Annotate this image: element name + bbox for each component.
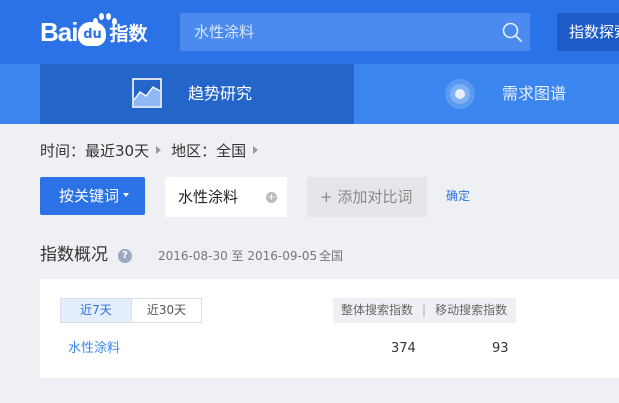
baidu-index-logo[interactable]: Bai du 指数 [40, 12, 147, 52]
chevron-right-icon [156, 146, 162, 154]
chevron-right-icon [253, 146, 259, 154]
tab-demand-graph-label: 需求图谱 [502, 84, 567, 103]
period-toggle: 近7天 近30天 [60, 298, 202, 323]
tab-last-30-days[interactable]: 近30天 [131, 299, 201, 322]
nav-bar: 趋势研究 需求图谱 [0, 64, 619, 124]
trend-chart-icon [132, 78, 162, 108]
row-mobile-value: 93 [492, 341, 509, 356]
region-label: 全国 [319, 249, 344, 263]
time-filter[interactable]: 时间：最近30天 [40, 140, 149, 161]
add-circle-icon[interactable]: + [266, 192, 277, 203]
row-overall-value: 374 [391, 341, 416, 356]
help-icon[interactable]: ? [118, 249, 132, 263]
by-keyword-label: 按关键词 [59, 187, 120, 205]
top-bar: Bai du 指数 水性涂料 指数探索 [0, 0, 619, 64]
overview-panel: 近7天 近30天 整体搜索指数 | 移动搜索指数 水性涂料 374 93 [40, 279, 619, 378]
tab-trend-research[interactable]: 趋势研究 [40, 64, 354, 124]
filter-breadcrumb: 时间：最近30天 地区：全国 [40, 138, 268, 162]
col-separator: | [422, 303, 427, 317]
confirm-link[interactable]: 确定 [446, 187, 470, 205]
demand-graph-icon [445, 79, 475, 109]
section-title: 指数概况 [40, 245, 108, 265]
keyword-field[interactable]: 水性涂料 + [165, 177, 287, 217]
caret-down-icon [123, 192, 130, 197]
add-compare-word-button[interactable]: + 添加对比词 [307, 177, 427, 217]
region-filter[interactable]: 地区：全国 [171, 140, 246, 161]
paw-icon [90, 12, 118, 26]
search-query: 水性涂料 [194, 23, 255, 41]
tab-trend-research-label: 趋势研究 [188, 84, 253, 103]
keyword-value: 水性涂料 [178, 188, 239, 206]
tab-last-7-days[interactable]: 近7天 [61, 299, 131, 322]
by-keyword-dropdown[interactable]: 按关键词 [40, 177, 145, 215]
col-mobile-index: 移动搜索指数 [435, 303, 508, 317]
search-icon[interactable] [502, 22, 522, 42]
tab-demand-graph[interactable]: 需求图谱 [440, 64, 619, 124]
index-explore-button[interactable]: 指数探索 [557, 13, 619, 51]
logo-bai-text: Bai [40, 16, 78, 47]
col-overall-index: 整体搜索指数 [341, 303, 414, 317]
search-input[interactable]: 水性涂料 [180, 13, 530, 51]
table-header: 整体搜索指数 | 移动搜索指数 [333, 298, 516, 323]
date-range: 2016-08-30 至 2016-09-05 [158, 249, 318, 263]
row-keyword-link[interactable]: 水性涂料 [68, 340, 120, 358]
